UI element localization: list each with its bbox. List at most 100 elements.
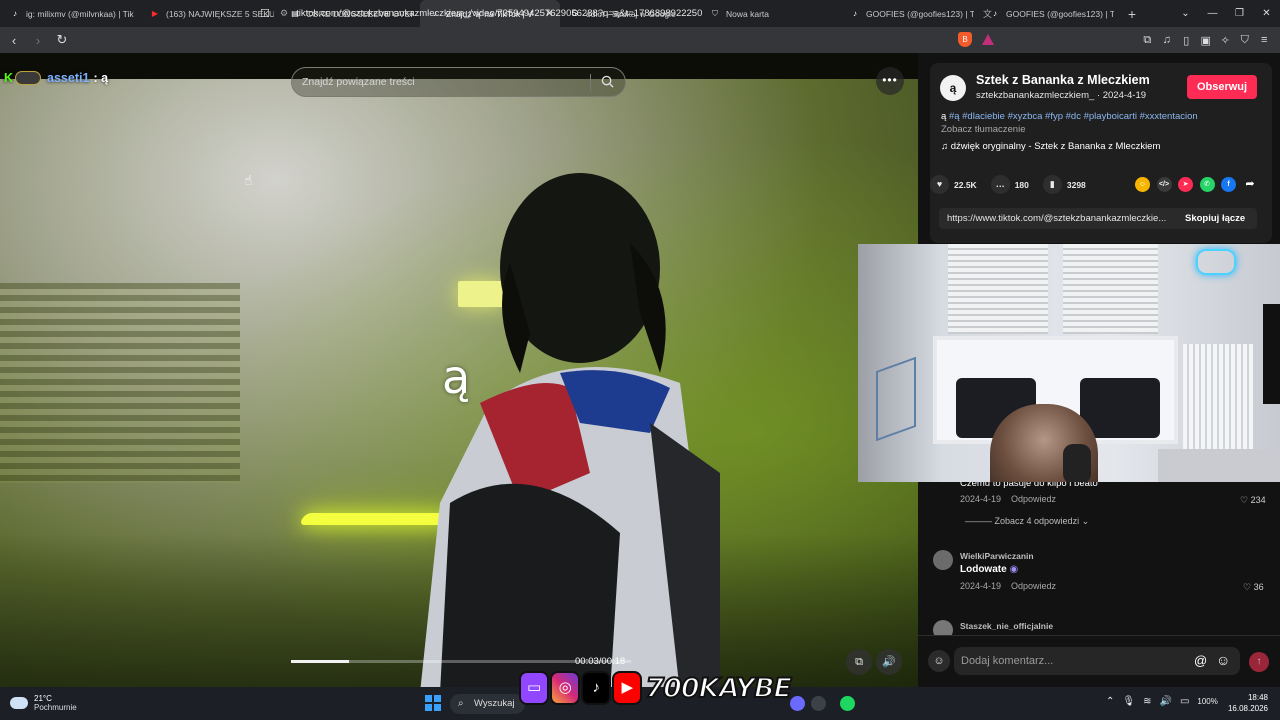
leo-icon[interactable]: ✧ [1216,34,1236,47]
engagement-stats: ♥ 22.5K … 180 ▮ 3298 [930,175,1100,194]
view-replies-text: Zobacz 4 odpowiedzi [994,516,1080,526]
copy-link-button[interactable]: Skopiuj łącze [1179,213,1245,224]
send-icon[interactable]: ➤ [1178,177,1193,192]
related-search-input[interactable]: Znajdź powiązane treści [291,67,626,97]
share-arrow-icon[interactable]: ➦ [1243,177,1258,192]
facebook-icon[interactable]: f [1221,177,1236,192]
sidebar-icon[interactable]: ▯ [1177,34,1197,47]
hashtags[interactable]: #ą #dlaciebie #xyzbca #fyp #dc #playboic… [949,111,1198,122]
start-tile [434,704,441,711]
translate-link[interactable]: Zobacz tłumaczenie [941,124,1025,135]
battery-percent: 100% [1197,697,1218,706]
save-button[interactable]: ▮ 3298 [1042,175,1086,194]
comment-1-date: 2024-4-19 [960,494,1002,504]
comment-2-like[interactable]: ♡ 36 [1243,582,1264,593]
heart-icon: ♥ [930,175,949,194]
tab-list-chevron-icon[interactable]: ⌄ [1172,8,1199,19]
speaker-icon[interactable]: 🔊 [1159,696,1171,707]
comment-button[interactable]: … 180 [990,175,1029,194]
follow-button[interactable]: Obserwuj [1187,75,1257,99]
weather-widget[interactable]: 21°C Pochmurnie [10,694,77,712]
share-url[interactable]: https://www.tiktok.com/@sztekzbanankazml… [939,213,1179,224]
vpn-icon[interactable]: ⛉ [1235,34,1255,47]
volume-button[interactable]: 🔊 [876,649,902,675]
youtube-icon: ▶ [151,9,159,18]
emoji-picker-icon[interactable]: ☺ [1216,652,1230,668]
video-caption: ą [442,350,471,404]
comment-2-reply[interactable]: Odpowiedz [1011,581,1056,591]
sound-link[interactable]: ♫ dźwięk oryginalny - Sztek z Bananka z … [941,141,1160,152]
tray-chevron-icon[interactable]: ⌃ [1106,696,1114,707]
address-bar[interactable]: ☐ ⚙ tiktok.com/@sztekzbanankazmleczkiem_… [260,3,1000,23]
start-button[interactable] [425,695,441,711]
start-tile [425,695,432,702]
brave-rewards-icon[interactable] [982,34,994,45]
share-buttons: ☺ </> ➤ ✆ f ➦ [1135,177,1264,192]
wallet-icon[interactable]: ▣ [1196,34,1216,47]
comment-3-user[interactable]: Staszek_nie_officjalnie [960,621,1053,631]
search-icon[interactable] [601,75,614,88]
send-comment-button[interactable]: ↑ [1249,652,1269,672]
heart-outline-icon: ♡ [1243,582,1254,592]
battery-icon[interactable]: ▭ [1180,696,1189,707]
streamer-logo-overlay: ▭ ◎ ♪ ▶ 700KAYBE [519,666,793,710]
taskbar-search[interactable]: ⌕ Wyszukaj [450,694,525,714]
mention-icon[interactable]: @ [1194,653,1207,668]
twitch-icon: ▭ [519,671,550,705]
site-info-icon[interactable]: ⚙ [280,8,288,19]
webcam-rack [876,356,916,442]
author-handle[interactable]: sztekzbanankazmleczkiem_ · 2024-4-19 [976,90,1146,101]
music-icon[interactable]: ♫ [1157,34,1177,46]
gamepad-neon-icon [1196,249,1236,275]
view-replies-button[interactable]: ——— Zobacz 4 odpowiedzi ⌄ [965,516,1089,527]
back-button[interactable]: ‹ [4,33,24,48]
clock-date: 16.08.2026 [1227,704,1268,713]
new-tab-button[interactable]: + [1120,6,1144,22]
reload-button[interactable]: ↻ [52,32,72,48]
microphone-icon[interactable]: 🎙 [1122,696,1135,707]
wifi-icon[interactable]: ≋ [1143,696,1151,707]
url-text: tiktok.com/@sztekzbanankazmleczkiem_/vid… [296,7,703,19]
close-window-button[interactable]: ✕ [1253,8,1280,19]
translate-icon[interactable]: 文 [983,7,992,20]
whatsapp-icon[interactable]: ✆ [1199,177,1215,192]
video-player[interactable]: ą K asseti1 : ą Znajdź powiązane treści … [0,53,918,687]
tab-7[interactable]: ♪ GOOFIES (@goofies123) | TikT [980,0,1120,27]
user-avatar[interactable]: ☺ [928,650,950,672]
sound-text: dźwięk oryginalny - Sztek z Bananka z Ml… [950,141,1161,152]
clock-time: 18:48 [1247,693,1268,702]
cloud-icon [10,697,28,709]
forward-button[interactable]: › [28,33,48,48]
comment-2-like-count: 36 [1253,582,1264,592]
restore-button[interactable]: ❐ [1226,8,1253,19]
friends-share-icon[interactable]: ☺ [1135,177,1150,192]
extensions-icon[interactable]: ⧉ [1138,34,1158,47]
extensions-toolbar: ⧉ ♫ ▯ ▣ ✧ ⛉ ≡ [1138,27,1275,53]
search-icon: ⌕ [458,698,464,709]
clock[interactable]: 18:48 16.08.2026 [1224,692,1268,714]
author-name[interactable]: Sztek z Bananka z Mleczkiem [976,73,1150,87]
comment-1-like[interactable]: ♡ 234 [1240,495,1266,506]
menu-icon[interactable]: ≡ [1255,34,1275,46]
discord-icon[interactable] [790,696,805,711]
spotify-icon[interactable] [840,696,855,711]
comment-2-avatar[interactable] [933,550,953,570]
github-icon[interactable] [811,696,826,711]
desc-prefix: ą [941,111,949,122]
tab-0[interactable]: ♪ ig: milixmv (@milvnkaa) | TikTo [0,0,140,27]
like-button[interactable]: ♥ 22.5K [930,175,977,194]
tab-title: (163) NAJWIĘKSZE 5 SEKUND [166,8,274,19]
comment-1-reply[interactable]: Odpowiedz [1011,494,1056,504]
post-description: ą #ą #dlaciebie #xyzbca #fyp #dc #playbo… [941,111,1261,123]
comment-2-user[interactable]: WielkiParwiczanin [960,551,1034,561]
temperature: 21°C [34,694,52,703]
tab-title: ig: milixmv (@milvnkaa) | TikTo [26,8,134,19]
tab-1[interactable]: ▶ (163) NAJWIĘKSZE 5 SEKUND [140,0,280,27]
brave-shield-icon[interactable]: B [958,32,972,47]
minimize-button[interactable]: — [1199,8,1226,19]
embed-icon[interactable]: </> [1156,177,1172,192]
floating-player-button[interactable]: ⧉ [846,649,872,675]
bookmark-icon[interactable]: ☐ [260,7,270,20]
author-avatar[interactable]: ą [940,75,966,101]
more-options-button[interactable]: ••• [876,67,904,95]
